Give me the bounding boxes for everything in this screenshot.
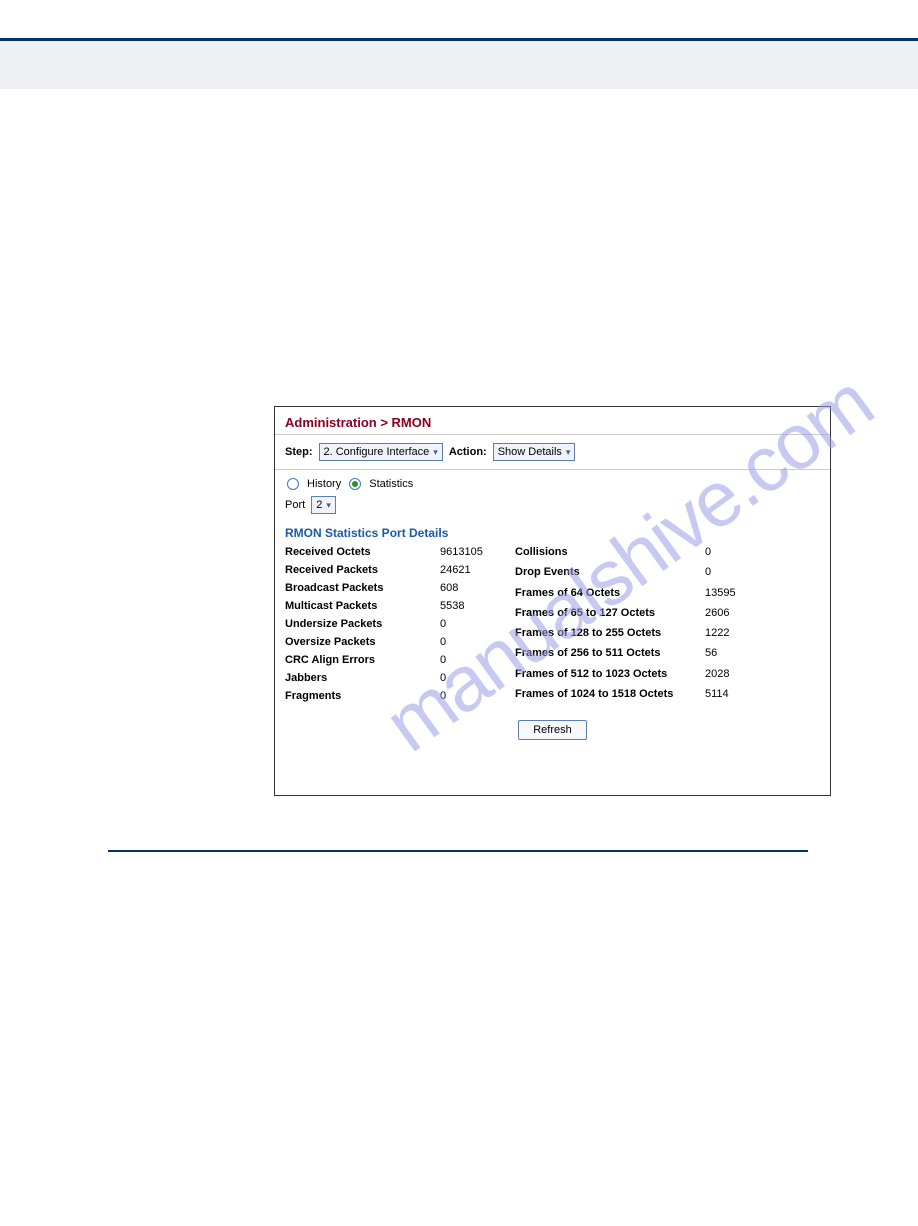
- stat-value: 56: [705, 647, 755, 661]
- stat-label: Multicast Packets: [285, 600, 440, 612]
- stat-label: Frames of 128 to 255 Octets: [515, 627, 705, 641]
- stat-value: 608: [440, 582, 495, 594]
- port-select-value: 2: [316, 499, 322, 511]
- section-title: RMON Statistics Port Details: [275, 522, 830, 544]
- port-select[interactable]: 2 ▾: [311, 496, 336, 514]
- stat-value: 0: [440, 636, 495, 648]
- toolbar: Step: 2. Configure Interface ▾ Action: S…: [275, 435, 830, 470]
- stat-label: Undersize Packets: [285, 618, 440, 630]
- stat-value: 5538: [440, 600, 495, 612]
- action-select-value: Show Details: [498, 446, 562, 458]
- page-bottom-border: [108, 850, 808, 852]
- port-label: Port: [285, 499, 305, 511]
- mode-radio-group: History Statistics: [275, 470, 830, 494]
- stat-value: 5114: [705, 688, 755, 702]
- stat-label: Collisions: [515, 546, 705, 560]
- stat-label: Fragments: [285, 690, 440, 702]
- action-label: Action:: [449, 446, 487, 458]
- stat-value: 9613105: [440, 546, 495, 558]
- stat-label: Broadcast Packets: [285, 582, 440, 594]
- step-label: Step:: [285, 446, 313, 458]
- radio-statistics-label: Statistics: [369, 478, 413, 490]
- refresh-button[interactable]: Refresh: [518, 720, 587, 740]
- page-header-band: [0, 41, 918, 89]
- rmon-panel: Administration > RMON Step: 2. Configure…: [274, 406, 831, 796]
- stat-label: Frames of 65 to 127 Octets: [515, 607, 705, 621]
- radio-history[interactable]: [287, 478, 299, 490]
- stat-value: 0: [705, 546, 755, 560]
- chevron-down-icon: ▾: [566, 447, 571, 458]
- stats-col-right: Collisions0 Drop Events0 Frames of 64 Oc…: [515, 546, 755, 702]
- stat-label: Frames of 1024 to 1518 Octets: [515, 688, 705, 702]
- stat-value: 0: [440, 654, 495, 666]
- action-select[interactable]: Show Details ▾: [493, 443, 576, 461]
- stat-value: 2028: [705, 668, 755, 682]
- breadcrumb: Administration > RMON: [275, 407, 830, 435]
- stat-value: 1222: [705, 627, 755, 641]
- stats-grid: Received Octets9613105 Received Packets2…: [275, 544, 830, 704]
- stat-label: CRC Align Errors: [285, 654, 440, 666]
- stat-value: 24621: [440, 564, 495, 576]
- step-select-value: 2. Configure Interface: [324, 446, 430, 458]
- stat-label: Drop Events: [515, 566, 705, 580]
- stat-value: 0: [705, 566, 755, 580]
- refresh-row: Refresh: [275, 704, 830, 740]
- stat-value: 0: [440, 672, 495, 684]
- stat-label: Frames of 64 Octets: [515, 587, 705, 601]
- stat-label: Received Octets: [285, 546, 440, 558]
- stat-value: 0: [440, 618, 495, 630]
- stats-col-left: Received Octets9613105 Received Packets2…: [285, 546, 495, 702]
- radio-statistics[interactable]: [349, 478, 361, 490]
- radio-history-label: History: [307, 478, 341, 490]
- stat-label: Received Packets: [285, 564, 440, 576]
- stat-value: 2606: [705, 607, 755, 621]
- stat-label: Frames of 256 to 511 Octets: [515, 647, 705, 661]
- stat-value: 13595: [705, 587, 755, 601]
- stat-label: Oversize Packets: [285, 636, 440, 648]
- stat-label: Frames of 512 to 1023 Octets: [515, 668, 705, 682]
- chevron-down-icon: ▾: [326, 500, 331, 511]
- port-row: Port 2 ▾: [275, 494, 830, 522]
- step-select[interactable]: 2. Configure Interface ▾: [319, 443, 443, 461]
- chevron-down-icon: ▾: [433, 447, 438, 458]
- stat-value: 0: [440, 690, 495, 702]
- stat-label: Jabbers: [285, 672, 440, 684]
